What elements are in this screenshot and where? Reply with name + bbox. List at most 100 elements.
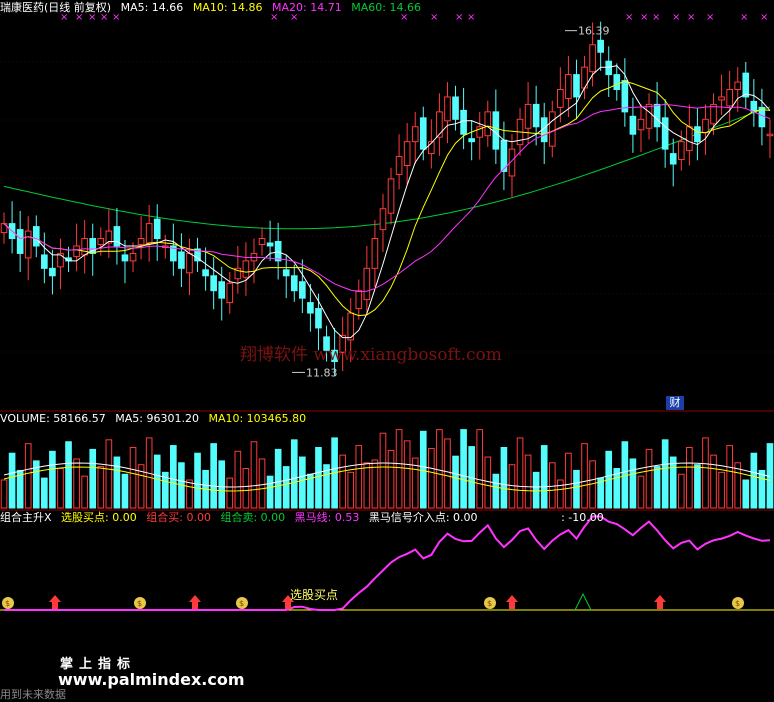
candle-body [589,44,596,73]
volume-bar [49,450,56,509]
candle-body [282,269,290,277]
candle-body [613,74,621,91]
candle-body [686,126,693,152]
candle-body [718,96,725,101]
candle-body [299,281,306,299]
buy-arrow-icon [49,595,61,609]
volume-bar [73,458,80,509]
watermark: 翔博软件 www.xiangbosoft.com [240,345,502,365]
volume-bar [218,460,226,509]
money-bag-icon: $ [2,597,14,609]
candle-body [210,275,217,292]
volume-bar [395,429,403,509]
candle-body [621,80,629,113]
chart-title: 瑞康医药(日线 前复权) [0,1,112,14]
top-signal-mark: × [672,12,680,23]
volume-bars [0,429,774,509]
heima-line [4,515,771,611]
candle-body [307,302,314,314]
volume-bar [24,443,32,509]
heima-signal-value: 黑马信号介入点: 0.00 [368,511,478,524]
volume-bar [194,452,201,509]
candle-body [637,118,645,131]
volume-bar [653,466,661,509]
volume-bar [355,445,363,509]
candle-body [363,267,371,301]
volume-bar [274,448,282,509]
candle-body [645,103,653,129]
volume-bar [315,446,322,509]
candle-body [694,126,701,143]
volume-bar [508,464,516,509]
volume-bar [89,448,97,509]
candle-body [371,238,379,269]
volume-bar [113,456,121,509]
volume-ma5: MA5: 96301.20 [115,412,199,425]
candle-body [178,251,185,269]
volume-bar [677,473,685,509]
volume-bar [686,446,693,509]
volume-bar [750,452,758,509]
volume-bar [8,452,16,509]
volume-bar [444,438,451,509]
top-signal-mark: × [640,12,648,23]
volume-bar [210,443,217,509]
candle-body [32,226,40,247]
volume-bar [65,441,72,509]
volume-bar [492,473,500,509]
finance-badge[interactable]: 财 [666,396,684,410]
volume-bar [710,454,717,509]
candle-body [629,115,637,135]
candle-body [565,74,572,99]
top-signal-mark: × [706,12,714,23]
candle-body [444,96,451,122]
candle-body [702,118,709,134]
candle-body [81,238,88,256]
buy-arrow-icon [189,595,201,609]
volume-bar [387,449,395,509]
candle-body [669,153,677,165]
candle-body [73,245,80,257]
volume-bar [540,445,548,509]
candle-body [492,111,500,150]
indicator-name: 组合主升X [0,511,52,524]
ma20-value: MA20: 14.71 [272,1,342,14]
volume-bar [500,446,508,509]
candle-body [436,111,443,138]
volume-value: VOLUME: 58166.57 [0,412,106,425]
volume-bar [121,473,129,509]
volume-bar [234,450,242,509]
top-signal-mark: × [467,12,475,23]
candle-body [742,72,750,98]
candle-body [411,126,419,143]
money-bag-icon: $ [134,597,146,609]
volume-bar [226,477,234,509]
top-signal-mark: × [455,12,463,23]
volume-bar [726,445,733,509]
volume-header: VOLUME: 58166.57 MA5: 96301.20 MA10: 103… [0,412,312,426]
money-bag-glyph: $ [137,599,142,608]
candle-body [605,60,613,76]
money-bag-icon: $ [236,597,248,609]
footer-line-3: 用到未来数据 [0,688,66,701]
candle-body [121,254,129,262]
candle-body [186,252,193,274]
volume-bar [282,466,290,509]
volume-bar [290,439,298,509]
footer-line-2: www.palmindex.com [58,670,245,689]
candle-body [153,218,161,240]
volume-bar [299,456,306,509]
top-signal-mark: × [430,12,438,23]
volume-bar [105,439,113,509]
candle-body [290,275,298,292]
volume-bar [403,440,411,509]
candle-body [653,103,661,128]
volume-bar [573,469,580,509]
candle-body [129,252,137,262]
zuhe-buy-value: 组合买: 0.00 [146,511,211,524]
volume-bar [186,479,193,509]
candle-body [258,238,266,245]
volume-bar [557,479,564,509]
high-price-label: 16.39 [578,25,610,38]
volume-bar [565,452,572,509]
